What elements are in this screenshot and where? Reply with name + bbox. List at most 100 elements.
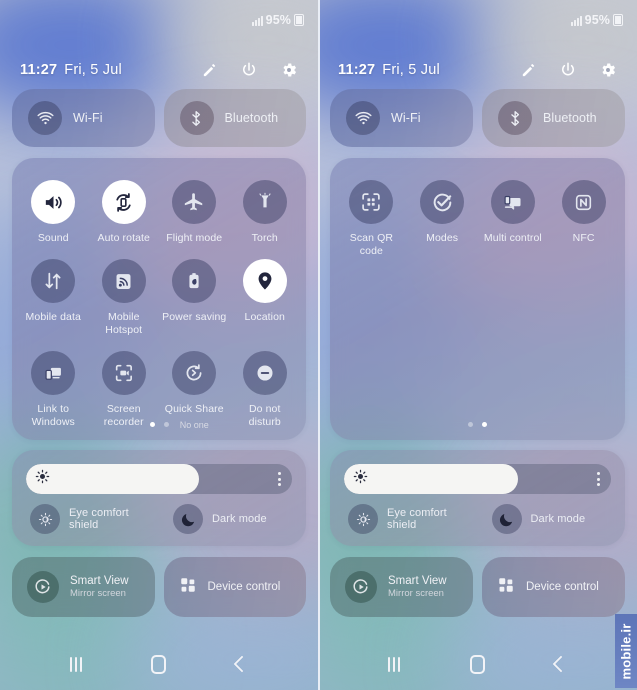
device-control-card[interactable]: Device control — [482, 557, 625, 617]
tile-torch[interactable]: Torch — [230, 180, 301, 259]
brightness-slider[interactable] — [344, 464, 611, 494]
bluetooth-toggle[interactable]: Bluetooth — [163, 89, 306, 147]
bluetooth-label: Bluetooth — [224, 111, 279, 125]
tile-nfc[interactable]: NFC — [548, 180, 619, 272]
hotspot-icon — [101, 259, 146, 303]
tile-label: Mobile data — [25, 311, 81, 323]
kebab-menu-icon[interactable] — [597, 472, 600, 486]
tile-label: Auto rotate — [97, 232, 150, 244]
back-button[interactable] — [219, 641, 265, 687]
smart-view-icon — [345, 571, 377, 603]
device-control-grid-icon — [179, 576, 197, 599]
home-icon — [469, 654, 485, 674]
back-chevron-icon — [233, 655, 251, 673]
device-control-label: Device control — [526, 581, 599, 593]
wifi-icon — [28, 101, 62, 135]
page-dot[interactable] — [468, 422, 473, 427]
home-button[interactable] — [136, 641, 182, 687]
device-control-card[interactable]: Device control — [163, 557, 306, 617]
tile-screen-recorder[interactable]: Screen recorder — [89, 351, 160, 445]
bottom-card-row-right: Smart View Mirror screen Device control — [330, 557, 625, 617]
wifi-toggle[interactable]: Wi-Fi — [330, 89, 473, 147]
tile-label: Mobile Hotspot — [105, 311, 143, 336]
back-chevron-icon — [552, 655, 570, 673]
settings-gear-icon[interactable] — [599, 61, 617, 79]
clock-date: Fri, 5 Jul — [382, 62, 440, 78]
tile-label: Flight mode — [166, 232, 223, 244]
tile-link-to-windows[interactable]: Link to Windows — [18, 351, 89, 445]
brightness-sun-icon — [353, 469, 368, 489]
smart-view-subtitle: Mirror screen — [388, 588, 444, 599]
settings-gear-icon[interactable] — [280, 61, 298, 79]
signal-bars-icon — [570, 15, 582, 26]
dark-mode-label: Dark mode — [530, 513, 586, 525]
tile-modes[interactable]: Modes — [407, 180, 478, 272]
tile-mobile-data[interactable]: Mobile data — [18, 259, 89, 351]
battery-full-icon — [294, 14, 304, 26]
smart-view-card[interactable]: Smart View Mirror screen — [12, 557, 155, 617]
home-button[interactable] — [454, 641, 500, 687]
flashlight-icon — [242, 180, 287, 224]
navigation-bar-right — [318, 638, 637, 690]
panel-header-right: 11:27 Fri, 5 Jul — [318, 53, 637, 87]
clock-time: 11:27 — [20, 62, 58, 78]
bluetooth-label: Bluetooth — [543, 111, 597, 125]
tile-label: Power saving — [162, 311, 227, 323]
smart-view-card[interactable]: Smart View Mirror screen — [330, 557, 473, 617]
tile-location[interactable]: Location — [230, 259, 301, 351]
wifi-label: Wi-Fi — [391, 111, 421, 125]
power-icon[interactable] — [240, 61, 258, 79]
back-button[interactable] — [538, 641, 584, 687]
tile-scan-qr-code[interactable]: Scan QR code — [336, 180, 407, 272]
location-pin-icon — [242, 259, 287, 303]
edit-pencil-icon[interactable] — [520, 62, 537, 79]
multi-control-icon — [490, 180, 535, 224]
bluetooth-toggle[interactable]: Bluetooth — [482, 89, 625, 147]
dark-mode-moon-icon — [173, 504, 203, 534]
dark-mode-toggle[interactable]: Dark mode — [159, 504, 302, 534]
home-icon — [151, 654, 167, 674]
tile-quick-share[interactable]: Quick Share No one — [159, 351, 230, 445]
tile-label: Modes — [426, 232, 459, 244]
eye-comfort-shield-label: Eye comfort shield — [387, 507, 447, 531]
dark-mode-label: Dark mode — [212, 513, 267, 525]
tile-auto-rotate[interactable]: Auto rotate — [89, 180, 160, 259]
eye-comfort-shield-toggle[interactable]: Eye comfort shield — [334, 504, 478, 534]
bottom-card-row-left: Smart View Mirror screen Device control — [12, 557, 306, 617]
page-dot[interactable] — [482, 422, 487, 427]
wifi-toggle[interactable]: Wi-Fi — [12, 89, 155, 147]
screenshot-root: 95% 11:27 Fri, 5 Jul Wi-Fi Bluetooth Sou… — [0, 0, 637, 690]
eye-comfort-shield-toggle[interactable]: Eye comfort shield — [16, 504, 159, 534]
recents-button[interactable] — [371, 641, 417, 687]
brightness-slider[interactable] — [26, 464, 292, 494]
recents-icon — [387, 656, 400, 672]
sound-speaker-icon — [31, 180, 76, 224]
page-dot[interactable] — [163, 422, 169, 427]
signal-bars-icon — [251, 15, 263, 26]
top-toggle-row-right: Wi-Fi Bluetooth — [330, 89, 625, 147]
recents-icon — [69, 656, 82, 672]
brightness-card-left: Eye comfort shield Dark mode — [12, 450, 306, 546]
tile-power-saving[interactable]: Power saving — [159, 259, 230, 351]
tile-sound[interactable]: Sound — [18, 180, 89, 259]
navigation-bar-left — [0, 638, 318, 690]
tile-label: Multi control — [483, 232, 542, 244]
device-control-label: Device control — [207, 581, 281, 593]
recents-button[interactable] — [53, 641, 99, 687]
tile-label: Quick Share — [164, 403, 224, 415]
quick-share-icon — [172, 351, 217, 395]
power-icon[interactable] — [559, 61, 577, 79]
tile-mobile-hotspot[interactable]: Mobile Hotspot — [89, 259, 160, 351]
dark-mode-toggle[interactable]: Dark mode — [478, 504, 622, 534]
tile-multi-control[interactable]: Multi control — [478, 180, 549, 272]
page-dot[interactable] — [149, 422, 155, 427]
quick-settings-grid-page-2: Scan QR code Modes Multi control NFC — [330, 158, 625, 440]
tile-do-not-disturb[interactable]: Do not disturb — [230, 351, 301, 445]
kebab-menu-icon[interactable] — [278, 472, 281, 486]
tile-flight-mode[interactable]: Flight mode — [159, 180, 230, 259]
battery-percent-label: 95% — [265, 13, 291, 27]
clock-date: Fri, 5 Jul — [64, 62, 122, 78]
brightness-card-right: Eye comfort shield Dark mode — [330, 450, 625, 546]
device-control-grid-icon — [497, 576, 515, 599]
edit-pencil-icon[interactable] — [201, 62, 218, 79]
